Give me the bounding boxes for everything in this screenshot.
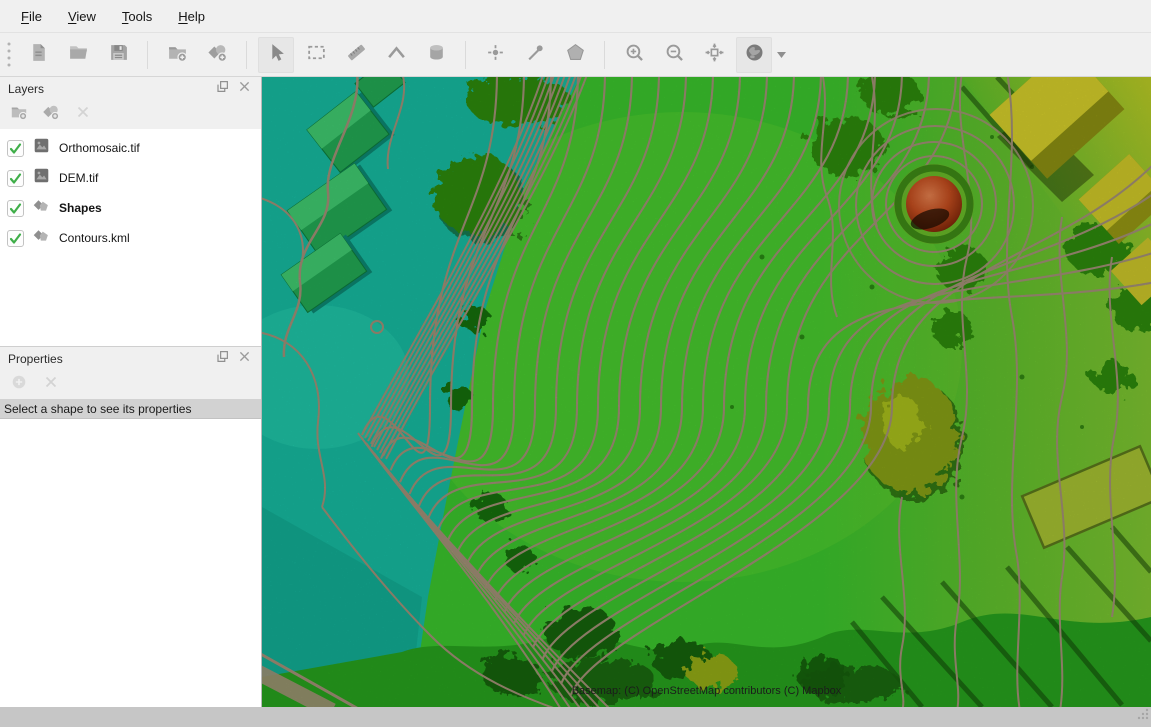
properties-placeholder-message: Select a shape to see its properties — [0, 399, 261, 419]
layer-row-orthomosaic-tif[interactable]: Orthomosaic.tif — [0, 133, 261, 163]
layers-panel-toolbar — [0, 101, 261, 127]
toolbar-separator — [147, 41, 148, 69]
menu-file[interactable]: File — [8, 0, 55, 32]
properties-body: Select a shape to see its properties — [0, 399, 261, 707]
draw-polyline-button[interactable] — [517, 37, 553, 73]
angle-measure-button[interactable] — [378, 37, 414, 73]
save-button[interactable] — [100, 37, 136, 73]
resize-grip-icon[interactable] — [1136, 707, 1150, 726]
draw-polygon-button[interactable] — [557, 37, 593, 73]
close-icon — [237, 349, 252, 369]
layers-float-button[interactable] — [213, 80, 231, 98]
delete-x-icon — [74, 103, 92, 126]
add-shapes-icon — [207, 42, 228, 68]
layers-add-folder-button[interactable] — [9, 104, 29, 124]
zoom-in-button[interactable] — [616, 37, 652, 73]
new-document-button[interactable] — [20, 37, 56, 73]
left-dock: Layers Orthomosaic.tif DEM.tif Shapes Conto… — [0, 77, 262, 707]
layer-row-dem-tif[interactable]: DEM.tif — [0, 163, 261, 193]
basemap-globe-button[interactable] — [736, 37, 772, 73]
application-window: FileViewToolsHelp Layers Orthomosaic.tif… — [0, 0, 1151, 727]
layers-add-shapes-button[interactable] — [41, 104, 61, 124]
vector-layer-icon — [33, 227, 50, 249]
raster-layer-icon — [33, 167, 50, 189]
toolbar-separator — [246, 41, 247, 69]
open-folder-icon — [68, 42, 89, 68]
new-document-icon — [28, 42, 49, 68]
ruler-button[interactable] — [338, 37, 374, 73]
layers-delete-x-button[interactable] — [73, 104, 93, 124]
draw-polyline-icon — [525, 42, 546, 68]
properties-delete-x-button[interactable] — [41, 374, 61, 394]
menu-view[interactable]: View — [55, 0, 109, 32]
cursor-icon — [266, 42, 287, 68]
layer-row-shapes[interactable]: Shapes — [0, 193, 261, 223]
layer-visibility-checkbox[interactable] — [7, 230, 24, 247]
toolbar-separator — [465, 41, 466, 69]
dem-map[interactable] — [262, 77, 1151, 707]
menu-tools[interactable]: Tools — [109, 0, 165, 32]
layer-label: Contours.kml — [59, 231, 130, 245]
layer-visibility-checkbox[interactable] — [7, 200, 24, 217]
vector-layer-icon — [33, 197, 50, 219]
volume-measure-button[interactable] — [418, 37, 454, 73]
properties-panel-toolbar — [0, 371, 261, 397]
properties-add-circle-button[interactable] — [9, 374, 29, 394]
layer-visibility-checkbox[interactable] — [7, 170, 24, 187]
draw-point-button[interactable] — [477, 37, 513, 73]
layers-panel-title: Layers — [8, 82, 209, 96]
add-folder-icon — [10, 103, 28, 126]
add-folder-button[interactable] — [159, 37, 195, 73]
marquee-select-icon — [306, 42, 327, 68]
delete-x-icon — [42, 373, 60, 396]
close-icon — [237, 79, 252, 99]
layer-row-contours-kml[interactable]: Contours.kml — [0, 223, 261, 253]
add-shapes-icon — [42, 103, 60, 126]
save-icon — [108, 42, 129, 68]
zoom-out-icon — [664, 42, 685, 68]
volume-measure-icon — [426, 42, 447, 68]
float-panel-icon — [215, 79, 230, 99]
add-folder-icon — [167, 42, 188, 68]
marquee-select-button[interactable] — [298, 37, 334, 73]
layer-label: Shapes — [59, 201, 102, 215]
toolbar — [0, 33, 1151, 77]
draw-point-icon — [485, 42, 506, 68]
zoom-out-button[interactable] — [656, 37, 692, 73]
properties-panel-header: Properties — [0, 347, 261, 371]
ruler-icon — [346, 42, 367, 68]
zoom-fit-icon — [704, 42, 725, 68]
menu-help[interactable]: Help — [165, 0, 218, 32]
layer-visibility-checkbox[interactable] — [7, 140, 24, 157]
layer-label: Orthomosaic.tif — [59, 141, 140, 155]
properties-panel: Properties Select a shape to see its pro… — [0, 347, 261, 707]
layer-list: Orthomosaic.tif DEM.tif Shapes Contours.kml — [0, 129, 261, 346]
map-viewport[interactable]: Basemap: (C) OpenStreetMap contributors … — [262, 77, 1151, 707]
zoom-fit-button[interactable] — [696, 37, 732, 73]
toolbar-separator — [604, 41, 605, 69]
statusbar — [0, 707, 1151, 727]
add-circle-icon — [10, 373, 28, 396]
properties-close-button[interactable] — [235, 350, 253, 368]
raster-layer-icon — [33, 137, 50, 159]
cursor-button[interactable] — [258, 37, 294, 73]
layers-panel: Layers Orthomosaic.tif DEM.tif Shapes Conto… — [0, 77, 261, 347]
angle-measure-icon — [386, 42, 407, 68]
layers-panel-header: Layers — [0, 77, 261, 101]
layers-close-button[interactable] — [235, 80, 253, 98]
toolbar-drag-handle-icon[interactable] — [2, 39, 16, 71]
draw-polygon-icon — [565, 42, 586, 68]
open-folder-button[interactable] — [60, 37, 96, 73]
properties-panel-title: Properties — [8, 352, 209, 366]
float-panel-icon — [215, 349, 230, 369]
properties-float-button[interactable] — [213, 350, 231, 368]
layer-label: DEM.tif — [59, 171, 98, 185]
basemap-dropdown-caret[interactable] — [774, 37, 788, 73]
zoom-in-icon — [624, 42, 645, 68]
menubar: FileViewToolsHelp — [0, 0, 1151, 33]
add-shapes-button[interactable] — [199, 37, 235, 73]
basemap-globe-icon — [744, 42, 765, 68]
